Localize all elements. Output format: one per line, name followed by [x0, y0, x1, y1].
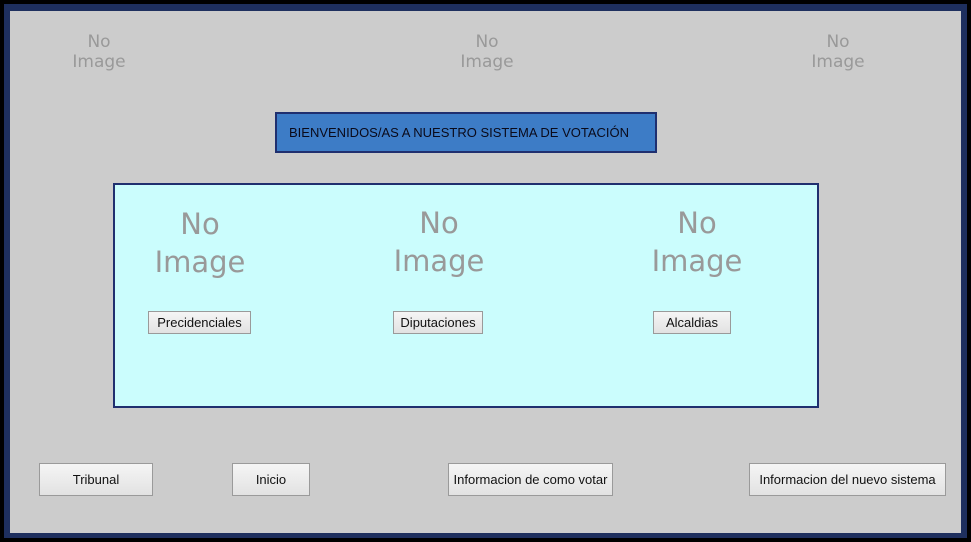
- mayors-button[interactable]: Alcaldias: [653, 311, 731, 334]
- presidential-button[interactable]: Precidenciales: [148, 311, 251, 334]
- presidential-image: No Image: [154, 207, 246, 279]
- welcome-banner: BIENVENIDOS/AS A NUESTRO SISTEMA DE VOTA…: [275, 112, 657, 153]
- home-button[interactable]: Inicio: [232, 463, 310, 496]
- tribunal-button[interactable]: Tribunal: [39, 463, 153, 496]
- how-to-vote-button[interactable]: Informacion de como votar: [448, 463, 613, 496]
- header-image-center: No Image: [460, 32, 514, 72]
- new-system-info-button[interactable]: Informacion del nuevo sistema: [749, 463, 946, 496]
- deputies-image: No Image: [393, 206, 485, 278]
- deputies-button[interactable]: Diputaciones: [393, 311, 483, 334]
- header-image-left: No Image: [72, 32, 126, 72]
- header-image-right: No Image: [811, 32, 865, 72]
- mayors-image: No Image: [651, 206, 743, 278]
